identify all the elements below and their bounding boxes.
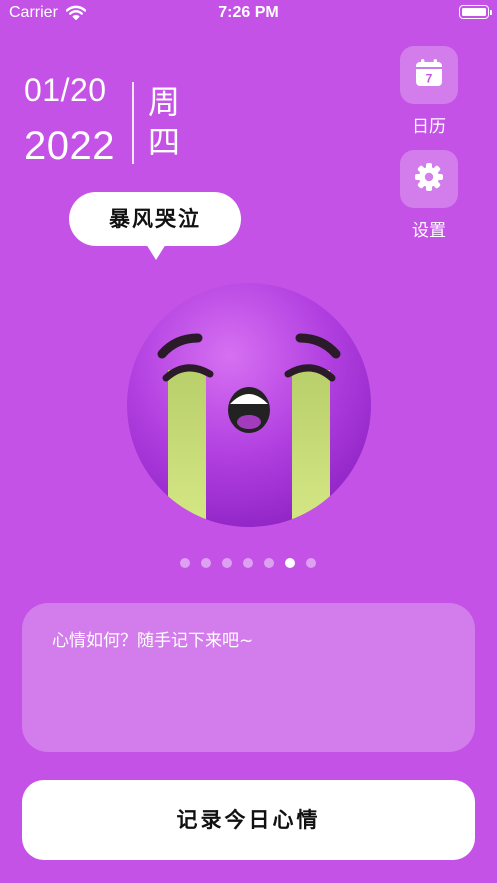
status-bar: Carrier 7:26 PM (0, 0, 497, 28)
mood-label-bubble: 暴风哭泣 (69, 192, 241, 246)
calendar-icon: 7 (413, 57, 445, 93)
page-dot[interactable] (180, 558, 190, 568)
mood-label: 暴风哭泣 (109, 207, 201, 231)
settings-label[interactable]: 设置 (400, 216, 458, 241)
gear-icon (413, 161, 445, 197)
status-time: 7:26 PM (218, 4, 279, 21)
calendar-label[interactable]: 日历 (400, 112, 458, 137)
mood-note-input[interactable] (52, 631, 442, 651)
date-month-day: 01/20 (24, 72, 107, 108)
page-dot[interactable] (222, 558, 232, 568)
page-dot[interactable] (306, 558, 316, 568)
date-weekday: 周四 (148, 83, 181, 161)
calendar-tile[interactable]: 7 (400, 46, 458, 104)
page-dot[interactable] (243, 558, 253, 568)
page-dot[interactable] (285, 558, 295, 568)
page-dot[interactable] (201, 558, 211, 568)
calendar-icon-number: 7 (426, 72, 433, 86)
settings-tile[interactable] (400, 150, 458, 208)
loudly-crying-face-icon[interactable] (126, 282, 372, 532)
record-mood-button[interactable]: 记录今日心情 (22, 780, 475, 860)
calendar-button[interactable]: 7 日历 (400, 46, 458, 137)
mood-bubble-tail (146, 244, 166, 260)
settings-button[interactable]: 设置 (400, 150, 458, 241)
date-divider (132, 82, 134, 164)
mood-note-box[interactable] (22, 603, 475, 752)
battery-full-icon (459, 5, 492, 19)
page-dot[interactable] (264, 558, 274, 568)
date-year: 2022 (24, 124, 115, 168)
